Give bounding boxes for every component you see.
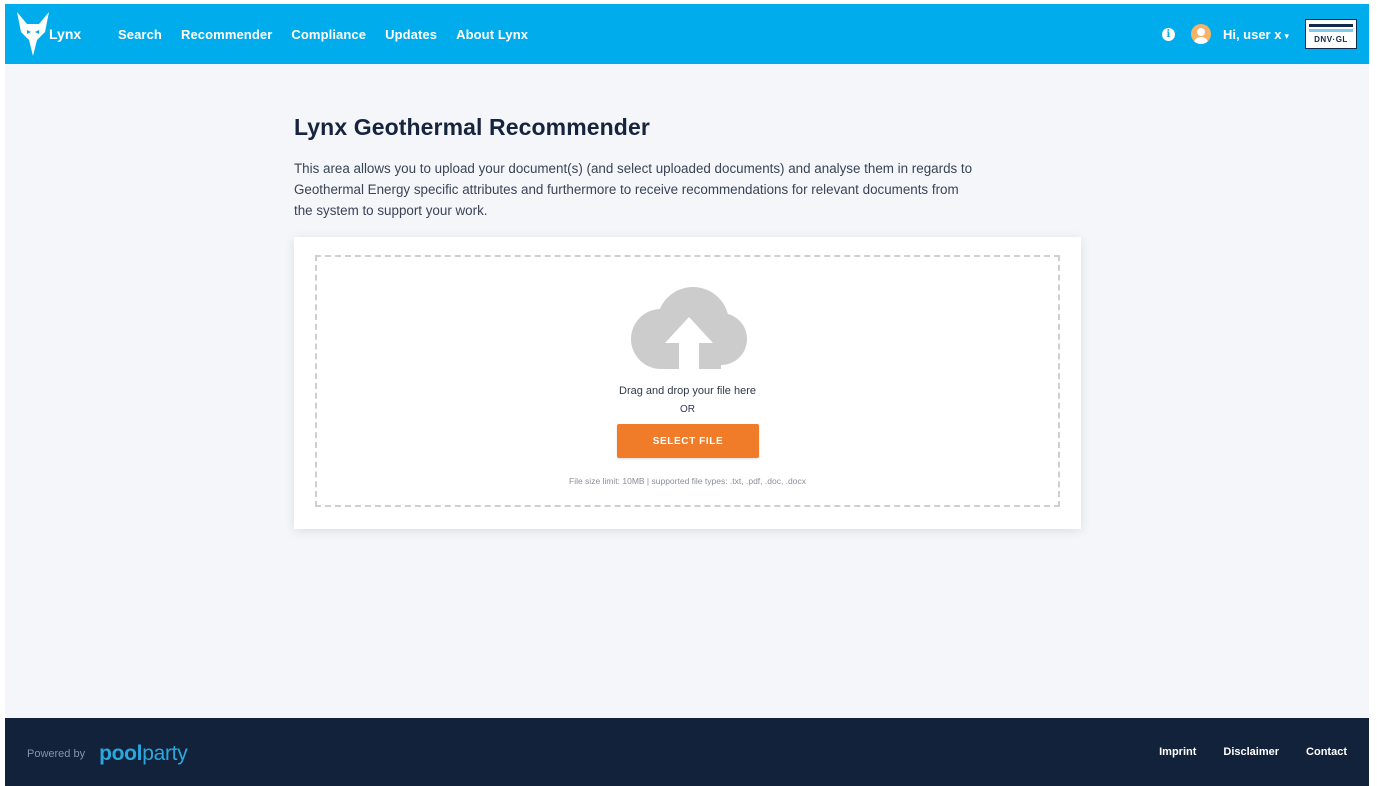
nav-search[interactable]: Search: [118, 27, 162, 42]
footer-links: Imprint Disclaimer Contact: [1132, 718, 1347, 786]
select-file-button[interactable]: SELECT FILE: [617, 424, 759, 458]
avatar[interactable]: [1190, 24, 1211, 44]
nav-recommender[interactable]: Recommender: [181, 27, 272, 42]
footer-link-disclaimer[interactable]: Disclaimer: [1223, 746, 1279, 758]
lynx-head-icon: [17, 12, 49, 56]
poolparty-logo[interactable]: pool party: [99, 742, 188, 766]
footer-link-contact[interactable]: Contact: [1306, 746, 1347, 758]
info-icon[interactable]: i: [1161, 27, 1175, 41]
nav-about-lynx[interactable]: About Lynx: [456, 27, 528, 42]
file-limit-text: File size limit: 10MB | supported file t…: [569, 476, 806, 486]
upload-card: Drag and drop your file here OR SELECT F…: [294, 237, 1081, 529]
user-label: Hi, user x: [1222, 26, 1282, 42]
app-frame: Lynx Search Recommender Compliance Updat…: [5, 4, 1369, 786]
or-separator: OR: [680, 404, 695, 415]
footer-link-imprint[interactable]: Imprint: [1159, 746, 1196, 758]
lynx-logo[interactable]: Lynx: [15, 10, 95, 58]
main-content: Lynx Geothermal Recommender This area al…: [294, 114, 1081, 221]
file-dropzone[interactable]: Drag and drop your file here OR SELECT F…: [315, 255, 1060, 507]
chevron-down-icon: ▾: [1284, 30, 1289, 41]
logo-text: Lynx: [49, 26, 82, 42]
cloud-upload-icon: [631, 287, 747, 369]
user-menu[interactable]: Hi, user x ▾: [1223, 27, 1289, 42]
poolparty-logo-part2: party: [142, 742, 188, 765]
nav-updates[interactable]: Updates: [385, 27, 437, 42]
dnv-gl-logo-text: DNV·GL: [1314, 35, 1348, 44]
poolparty-logo-part1: pool: [99, 742, 143, 765]
page-title: Lynx Geothermal Recommender: [294, 114, 650, 140]
powered-by: Powered by pool party: [27, 742, 188, 766]
top-navbar: Lynx Search Recommender Compliance Updat…: [5, 4, 1369, 64]
main-nav: Search Recommender Compliance Updates Ab…: [118, 4, 547, 64]
dnv-gl-logo: DNV·GL: [1305, 19, 1357, 49]
nav-compliance[interactable]: Compliance: [291, 27, 366, 42]
drag-drop-text: Drag and drop your file here: [619, 385, 756, 397]
page-description: This area allows you to upload your docu…: [294, 161, 973, 218]
powered-by-label: Powered by: [27, 748, 86, 760]
header-right: i Hi, user x ▾ DNV·GL: [1161, 4, 1369, 64]
footer: Powered by pool party Imprint Disclaimer …: [5, 718, 1369, 786]
